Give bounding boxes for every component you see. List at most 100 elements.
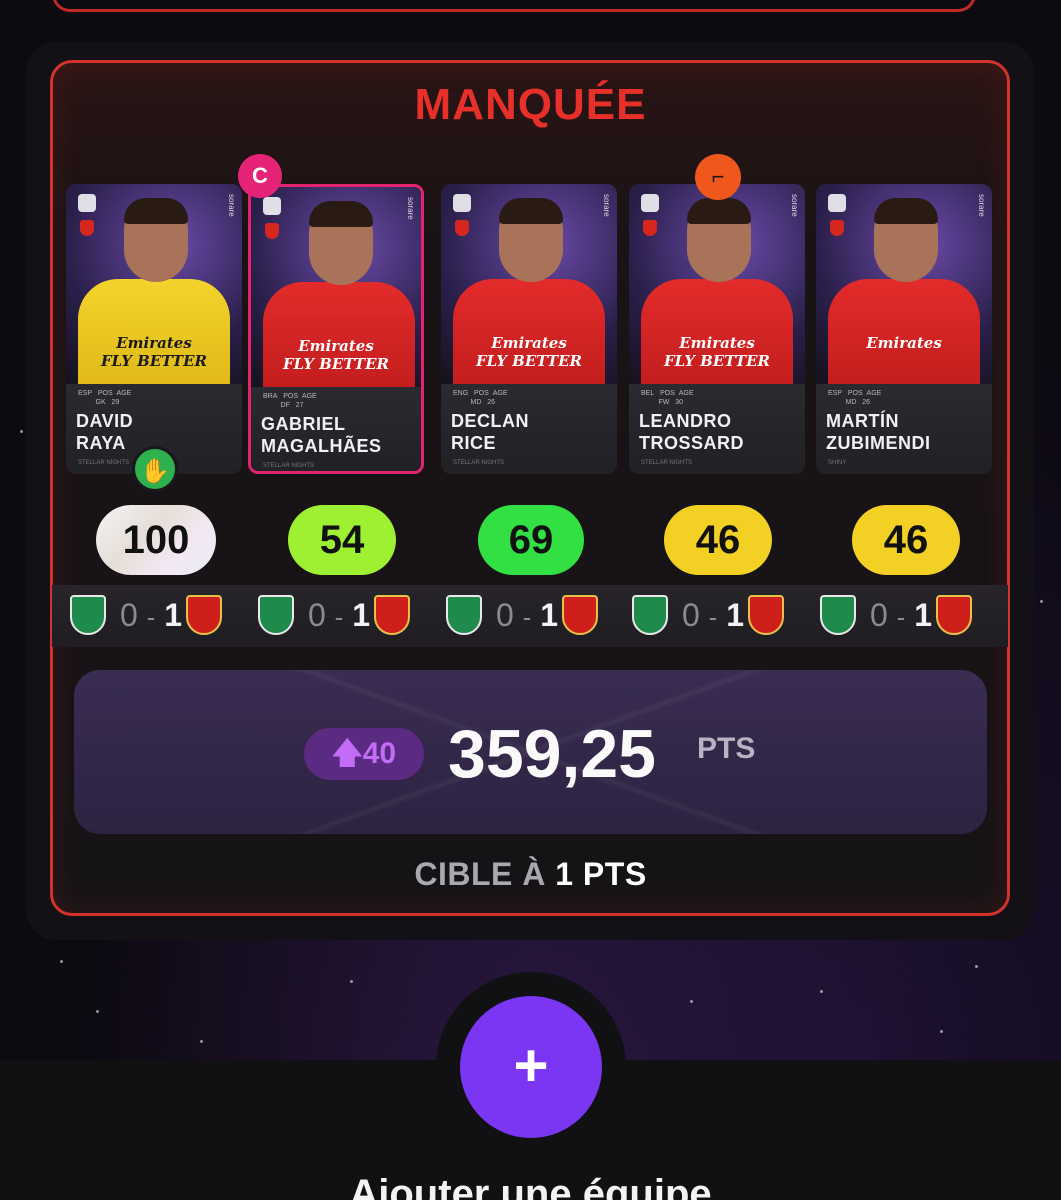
player-card[interactable]: Emirates FLY BETTER sorare BEL POS AGE FW…	[629, 184, 805, 474]
brand-label: sorare	[227, 194, 236, 217]
total-score: 359,25	[448, 716, 656, 792]
boost-pill: 🡅40	[304, 728, 424, 780]
player-age: 30	[675, 399, 684, 406]
brand-label: sorare	[406, 197, 415, 220]
player-nationality: ESP	[78, 390, 93, 397]
brand-label: sorare	[790, 194, 799, 217]
player-position: MD	[845, 399, 857, 406]
match-score: 0 - 1	[869, 597, 933, 633]
player-nationality: BEL	[641, 390, 655, 397]
goalkeeper-glove-icon: ✋	[132, 446, 178, 492]
brand-label: sorare	[977, 194, 986, 217]
player-photo: Emirates FLY BETTER sorare	[629, 184, 805, 389]
player-card[interactable]: Emirates sorare ESP POS AGE MD 26 MARTÍN…	[816, 184, 992, 474]
player-info: ESP POS AGE MD 26 MARTÍN ZUBIMENDI SHINY	[816, 384, 992, 474]
match-result[interactable]: 0 - 1	[618, 593, 798, 639]
player-nationality: BRA	[263, 393, 278, 400]
sporting-crest-icon	[70, 595, 106, 635]
arsenal-crest-icon	[748, 595, 784, 635]
player-nationality: ENG	[453, 390, 469, 397]
trossard-badge-icon: ⌐	[695, 154, 741, 200]
player-photo: Emirates sorare	[816, 184, 992, 389]
card-edition: SHINY	[828, 460, 847, 466]
total-unit: PTS	[697, 732, 756, 765]
player-score: 46	[852, 505, 960, 575]
card-edition: STELLAR NIGHTS	[453, 460, 505, 466]
target-text: CIBLE À 1 PTS	[0, 856, 1061, 893]
player-card[interactable]: Emirates FLY BETTER sorare ESP POS AGE GK…	[66, 184, 242, 474]
add-team-label[interactable]: Ajouter une équipe	[0, 1172, 1061, 1200]
kit-sponsor: Emirates FLY BETTER	[101, 334, 207, 370]
player-card[interactable]: Emirates FLY BETTER sorare BRA POS AGE DF…	[248, 184, 424, 474]
kit-sponsor: Emirates FLY BETTER	[476, 334, 582, 370]
player-score: 100	[96, 505, 216, 575]
player-score: 69	[478, 505, 584, 575]
brand-label: sorare	[602, 194, 611, 217]
target-value: 1 PTS	[555, 856, 647, 892]
player-position: DF	[280, 402, 290, 409]
match-result[interactable]: 0 - 1	[806, 593, 986, 639]
match-result[interactable]: 0 - 1	[56, 593, 236, 639]
player-name: GABRIEL MAGALHÃES	[261, 414, 382, 456]
boost-value: 40	[362, 737, 397, 770]
player-age: 26	[487, 399, 496, 406]
add-team-button[interactable]: +	[460, 996, 602, 1138]
card-edition: STELLAR NIGHTS	[263, 463, 315, 469]
card-edition: STELLAR NIGHTS	[78, 460, 130, 466]
card-edition: STELLAR NIGHTS	[641, 460, 693, 466]
previous-card-frame	[52, 0, 976, 12]
player-photo: Emirates FLY BETTER sorare	[66, 184, 242, 389]
plus-icon: +	[513, 1032, 549, 1099]
match-score: 0 - 1	[119, 597, 183, 633]
player-name: DAVID RAYA	[76, 411, 134, 453]
player-nationality: ESP	[828, 390, 843, 397]
player-info: BEL POS AGE FW 30 LEANDRO TROSSARD STELLA…	[629, 384, 805, 474]
player-age: 29	[111, 399, 120, 406]
player-photo: Emirates FLY BETTER sorare	[251, 187, 421, 392]
arsenal-crest-icon	[374, 595, 410, 635]
sporting-crest-icon	[446, 595, 482, 635]
match-result[interactable]: 0 - 1	[432, 593, 612, 639]
player-age: 27	[295, 402, 304, 409]
kit-sponsor: Emirates	[866, 334, 942, 352]
league-logo-icon	[641, 194, 659, 212]
kit-sponsor: Emirates FLY BETTER	[664, 334, 770, 370]
player-score: 54	[288, 505, 396, 575]
league-logo-icon	[828, 194, 846, 212]
player-position: MD	[470, 399, 482, 406]
league-logo-icon	[453, 194, 471, 212]
player-info: ENG POS AGE MD 26 DECLAN RICE STELLAR NIG…	[441, 384, 617, 474]
player-photo: Emirates FLY BETTER sorare	[441, 184, 617, 389]
club-crest-icon	[830, 220, 844, 236]
arsenal-crest-icon	[562, 595, 598, 635]
player-position: FW	[658, 399, 670, 406]
league-logo-icon	[263, 197, 281, 215]
target-prefix: CIBLE À	[414, 856, 546, 892]
sporting-crest-icon	[258, 595, 294, 635]
arsenal-crest-icon	[186, 595, 222, 635]
player-info: BRA POS AGE DF 27 GABRIEL MAGALHÃES STELL…	[251, 387, 421, 471]
club-crest-icon	[643, 220, 657, 236]
player-position: GK	[95, 399, 106, 406]
club-crest-icon	[80, 220, 94, 236]
player-age: 26	[862, 399, 871, 406]
player-name: LEANDRO TROSSARD	[639, 411, 745, 453]
club-crest-icon	[265, 223, 279, 239]
arsenal-crest-icon	[936, 595, 972, 635]
player-name: MARTÍN ZUBIMENDI	[826, 411, 931, 453]
sporting-crest-icon	[632, 595, 668, 635]
arrow-up-icon: 🡅	[331, 737, 363, 770]
kit-sponsor: Emirates FLY BETTER	[283, 337, 389, 373]
match-score: 0 - 1	[495, 597, 559, 633]
captain-badge: C	[238, 154, 282, 198]
sporting-crest-icon	[820, 595, 856, 635]
league-logo-icon	[78, 194, 96, 212]
match-score: 0 - 1	[681, 597, 745, 633]
player-card[interactable]: Emirates FLY BETTER sorare ENG POS AGE MD…	[441, 184, 617, 474]
match-result[interactable]: 0 - 1	[244, 593, 424, 639]
match-score: 0 - 1	[307, 597, 371, 633]
player-score: 46	[664, 505, 772, 575]
result-title: MANQUÉE	[414, 80, 647, 129]
captain-icon: C	[252, 163, 268, 188]
club-crest-icon	[455, 220, 469, 236]
